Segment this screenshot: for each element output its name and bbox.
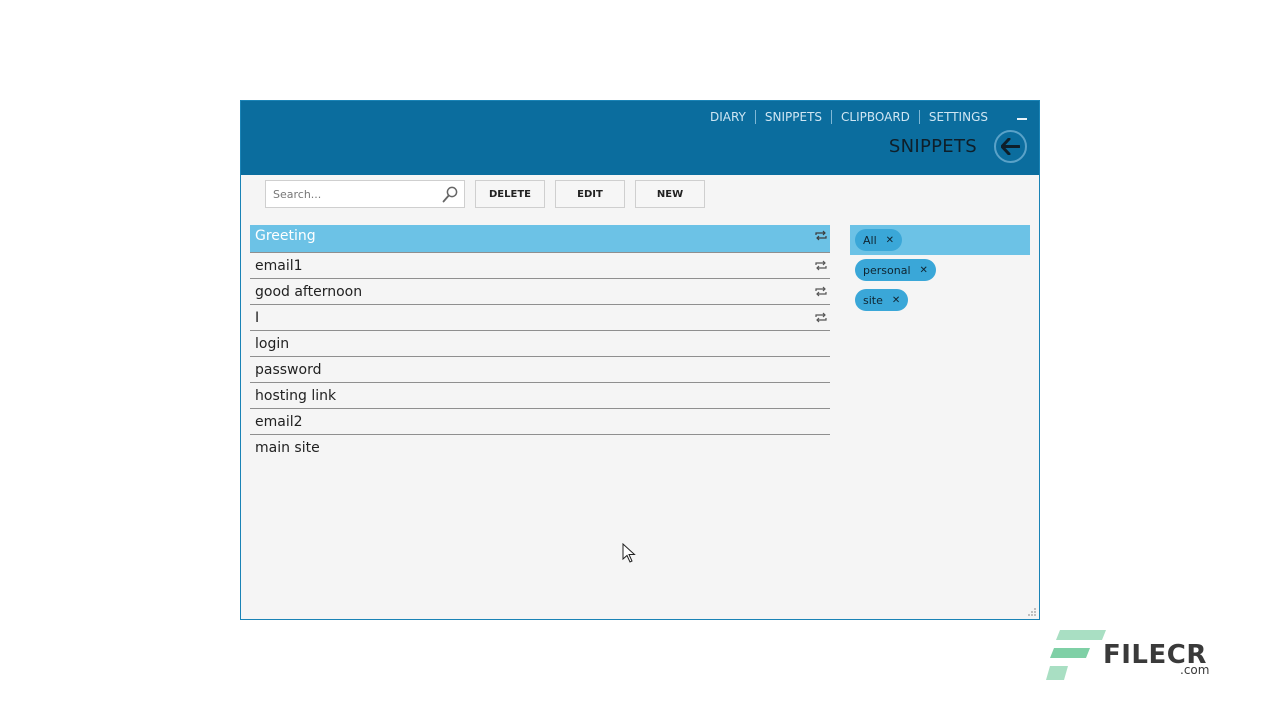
minimize-icon[interactable] <box>1017 118 1027 120</box>
snippet-row-hosting-link[interactable]: hosting link <box>250 383 830 409</box>
snippet-row-login[interactable]: login <box>250 331 830 357</box>
edit-button[interactable]: EDIT <box>555 180 625 208</box>
tag-row-site[interactable]: site ✕ <box>850 285 1030 315</box>
snippet-name: good afternoon <box>255 284 362 300</box>
tag-chip[interactable]: personal ✕ <box>855 259 936 281</box>
nav-clipboard[interactable]: CLIPBOARD <box>832 110 919 124</box>
nav-diary[interactable]: DIARY <box>701 110 755 124</box>
snippet-row-email1[interactable]: email1 <box>250 253 830 279</box>
snippet-row-good-afternoon[interactable]: good afternoon <box>250 279 830 305</box>
snippet-name: I <box>255 310 259 326</box>
snippet-row-main-site[interactable]: main site <box>250 435 830 461</box>
watermark-logo: FILECR .com <box>1046 628 1216 684</box>
top-nav: DIARY SNIPPETS CLIPBOARD SETTINGS <box>701 110 997 124</box>
tag-label: All <box>863 234 877 247</box>
snippet-row-greeting[interactable]: Greeting <box>250 225 830 253</box>
tag-chip[interactable]: site ✕ <box>855 289 908 311</box>
search-input[interactable] <box>266 181 436 207</box>
repeat-icon <box>815 312 827 323</box>
new-button[interactable]: NEW <box>635 180 705 208</box>
repeat-icon <box>815 286 827 297</box>
repeat-icon <box>815 260 827 271</box>
snippet-name: Greeting <box>255 228 316 244</box>
snippet-row-email2[interactable]: email2 <box>250 409 830 435</box>
snippet-name: password <box>255 362 321 378</box>
snippet-name: email1 <box>255 258 303 274</box>
snippet-name: login <box>255 336 289 352</box>
resize-grip-icon[interactable] <box>1027 607 1037 617</box>
tag-row-personal[interactable]: personal ✕ <box>850 255 1030 285</box>
snippet-name: main site <box>255 440 320 456</box>
app-window: DIARY SNIPPETS CLIPBOARD SETTINGS SNIPPE… <box>240 100 1040 620</box>
nav-settings[interactable]: SETTINGS <box>920 110 997 124</box>
snippet-name: email2 <box>255 414 303 430</box>
repeat-icon <box>815 230 827 241</box>
delete-button[interactable]: DELETE <box>475 180 545 208</box>
remove-tag-icon[interactable]: ✕ <box>920 265 928 276</box>
remove-tag-icon[interactable]: ✕ <box>892 295 900 306</box>
snippet-row-password[interactable]: password <box>250 357 830 383</box>
back-button[interactable] <box>994 130 1027 163</box>
remove-tag-icon[interactable]: ✕ <box>886 235 894 246</box>
watermark-domain: .com <box>1180 663 1209 677</box>
nav-snippets[interactable]: SNIPPETS <box>756 110 831 124</box>
search-icon[interactable] <box>442 186 458 203</box>
snippet-name: hosting link <box>255 388 336 404</box>
tag-row-all[interactable]: All ✕ <box>850 225 1030 255</box>
search-box <box>265 180 465 208</box>
snippet-row-i[interactable]: I <box>250 305 830 331</box>
filecr-logo-icon <box>1046 628 1106 684</box>
arrow-left-icon <box>1001 138 1020 155</box>
tag-label: personal <box>863 264 911 277</box>
tags-panel: All ✕ personal ✕ site ✕ <box>850 225 1030 315</box>
mouse-cursor-icon <box>622 543 636 563</box>
page-title: SNIPPETS <box>889 136 977 157</box>
header-bar: DIARY SNIPPETS CLIPBOARD SETTINGS SNIPPE… <box>241 101 1039 175</box>
tag-label: site <box>863 294 883 307</box>
tag-chip[interactable]: All ✕ <box>855 229 902 251</box>
snippet-list: Greeting email1 good afternoon I login <box>250 225 830 461</box>
